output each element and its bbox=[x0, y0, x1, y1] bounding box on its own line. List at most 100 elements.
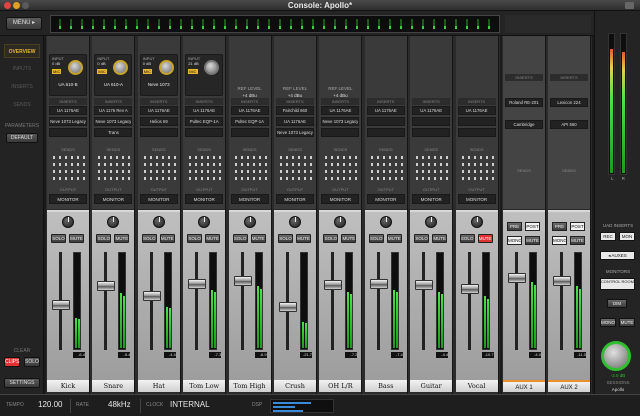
insert-slot[interactable]: Neve 1073 Legacy bbox=[49, 117, 87, 126]
send-level[interactable] bbox=[51, 155, 85, 160]
clear-clips-button[interactable]: CLIPS bbox=[4, 357, 20, 367]
pan-knob[interactable] bbox=[152, 216, 165, 228]
mute-button[interactable]: MUTE bbox=[477, 234, 493, 243]
channel-name[interactable]: Vocal bbox=[455, 380, 498, 392]
send-level[interactable] bbox=[369, 162, 403, 167]
insert-slot[interactable]: Helios 69 bbox=[139, 117, 178, 126]
preamp-name[interactable]: UA 610-A bbox=[94, 80, 132, 89]
solo-button[interactable]: SOLO bbox=[278, 234, 293, 243]
send-level[interactable] bbox=[233, 176, 267, 181]
monitor-mute-button[interactable]: MUTE bbox=[619, 318, 635, 327]
insert-slot[interactable]: UA 1176AE bbox=[185, 106, 224, 115]
channel-name[interactable]: OH L/R bbox=[319, 380, 362, 392]
insert-slot[interactable] bbox=[412, 128, 451, 137]
volume-fader[interactable] bbox=[279, 302, 297, 313]
send-level[interactable] bbox=[187, 162, 222, 167]
send-level[interactable] bbox=[323, 155, 358, 160]
pan-knob[interactable] bbox=[289, 216, 301, 228]
output-monitor[interactable]: MONITOR bbox=[457, 194, 496, 204]
insert-slot[interactable] bbox=[321, 128, 360, 137]
send-level[interactable] bbox=[323, 176, 358, 181]
solo-button[interactable]: SOLO bbox=[96, 234, 112, 243]
rec-button[interactable]: REC bbox=[600, 232, 616, 241]
solo-button[interactable]: SOLO bbox=[51, 234, 66, 243]
mic-badge[interactable]: MIC bbox=[97, 69, 107, 74]
mic-badge[interactable]: MIC bbox=[188, 69, 198, 74]
nav-overview[interactable]: OVERVIEW bbox=[4, 44, 40, 58]
input-module[interactable]: INPUT 0 dB MIC bbox=[139, 54, 178, 96]
send-level[interactable] bbox=[369, 176, 403, 181]
nav-inputs[interactable]: INPUTS bbox=[4, 62, 40, 76]
insert-slot[interactable]: UA 1176AE bbox=[139, 106, 178, 115]
send-level[interactable] bbox=[414, 176, 449, 181]
aux-pre-button[interactable]: PRE bbox=[552, 222, 567, 231]
solo-button[interactable]: SOLO bbox=[232, 234, 248, 243]
insert-slot[interactable]: UA 1176AE bbox=[366, 106, 405, 115]
clock-value[interactable]: INTERNAL bbox=[170, 400, 210, 409]
monitor-level-knob[interactable] bbox=[601, 341, 631, 371]
send-level[interactable] bbox=[369, 155, 403, 160]
solo-button[interactable]: SOLO bbox=[323, 234, 339, 243]
output-monitor[interactable]: MONITOR bbox=[185, 194, 224, 204]
tempo-value[interactable]: 120.00 bbox=[38, 400, 62, 409]
send-level[interactable] bbox=[142, 162, 176, 167]
send-level[interactable] bbox=[187, 176, 222, 181]
insert-slot[interactable]: UA 1176AE bbox=[49, 106, 87, 115]
insert-slot[interactable] bbox=[366, 128, 405, 137]
session-name[interactable]: Apollo bbox=[597, 387, 639, 392]
mute-button[interactable]: MUTE bbox=[159, 234, 175, 243]
pan-knob[interactable] bbox=[470, 216, 483, 228]
mute-button[interactable]: MUTE bbox=[341, 234, 357, 243]
aux-mute-button[interactable]: MUTE bbox=[525, 236, 540, 245]
send-level[interactable] bbox=[460, 169, 494, 174]
send-level[interactable] bbox=[414, 169, 449, 174]
aux-mono-button[interactable]: MONO bbox=[552, 236, 567, 245]
send-level[interactable] bbox=[460, 155, 494, 160]
insert-slot[interactable]: UA 1176AE bbox=[412, 106, 451, 115]
insert-slot[interactable]: UA 1176AE bbox=[230, 106, 269, 115]
insert-slot[interactable]: UA 1176 Rev A bbox=[94, 106, 133, 115]
send-level[interactable] bbox=[460, 176, 494, 181]
send-level[interactable] bbox=[51, 176, 85, 181]
aux-mute-button[interactable]: MUTE bbox=[570, 236, 585, 245]
output-monitor[interactable]: MONITOR bbox=[139, 194, 178, 204]
send-level[interactable] bbox=[96, 155, 131, 160]
insert-slot[interactable]: Trans bbox=[94, 128, 133, 137]
volume-fader[interactable] bbox=[415, 280, 434, 290]
menu-button[interactable]: MENU ▸ bbox=[6, 17, 42, 30]
gain-knob[interactable] bbox=[68, 60, 83, 75]
send-level[interactable] bbox=[51, 169, 85, 174]
pan-knob[interactable] bbox=[334, 216, 347, 228]
mic-badge[interactable]: MIC bbox=[142, 69, 153, 74]
channel-name[interactable]: Tom Low bbox=[183, 380, 226, 392]
send-level[interactable] bbox=[142, 169, 176, 174]
pan-knob[interactable] bbox=[198, 216, 211, 228]
solo-button[interactable]: SOLO bbox=[368, 234, 384, 243]
input-module[interactable]: INPUT 0 dB MIC bbox=[49, 54, 87, 96]
auxes-button[interactable]: ◂ AUXES bbox=[600, 251, 635, 260]
aux-insert-slot[interactable]: Lexicon 224 bbox=[550, 98, 588, 107]
output-monitor[interactable]: MONITOR bbox=[49, 194, 87, 204]
insert-slot[interactable]: Neve 1073 Legacy bbox=[276, 128, 314, 137]
mute-button[interactable]: MUTE bbox=[69, 234, 84, 243]
insert-slot[interactable]: UA 1176AE bbox=[457, 106, 496, 115]
gain-knob[interactable] bbox=[204, 60, 220, 75]
mute-button[interactable]: MUTE bbox=[432, 234, 448, 243]
insert-slot[interactable] bbox=[185, 128, 224, 137]
mute-button[interactable]: MUTE bbox=[114, 234, 130, 243]
insert-slot[interactable]: UA 1176AE bbox=[276, 117, 314, 126]
send-level[interactable] bbox=[414, 162, 449, 167]
mon-button[interactable]: MON bbox=[619, 232, 635, 241]
insert-slot[interactable]: Neve 1073 Legacy bbox=[94, 117, 133, 126]
volume-fader[interactable] bbox=[52, 299, 70, 310]
send-level[interactable] bbox=[460, 162, 494, 167]
settings-button[interactable]: SETTINGS bbox=[4, 378, 40, 388]
channel-overview-strip[interactable] bbox=[50, 15, 500, 33]
channel-name[interactable]: Bass bbox=[364, 380, 407, 392]
preamp-name[interactable]: UA 610-B bbox=[49, 80, 87, 89]
insert-slot[interactable]: Pultec EQP-1A bbox=[185, 117, 224, 126]
insert-slot[interactable]: Neve 1073 Legacy bbox=[321, 117, 360, 126]
solo-button[interactable]: SOLO bbox=[141, 234, 157, 243]
aux-name[interactable]: AUX 1 bbox=[503, 380, 545, 392]
mic-badge[interactable]: MIC bbox=[52, 69, 62, 74]
